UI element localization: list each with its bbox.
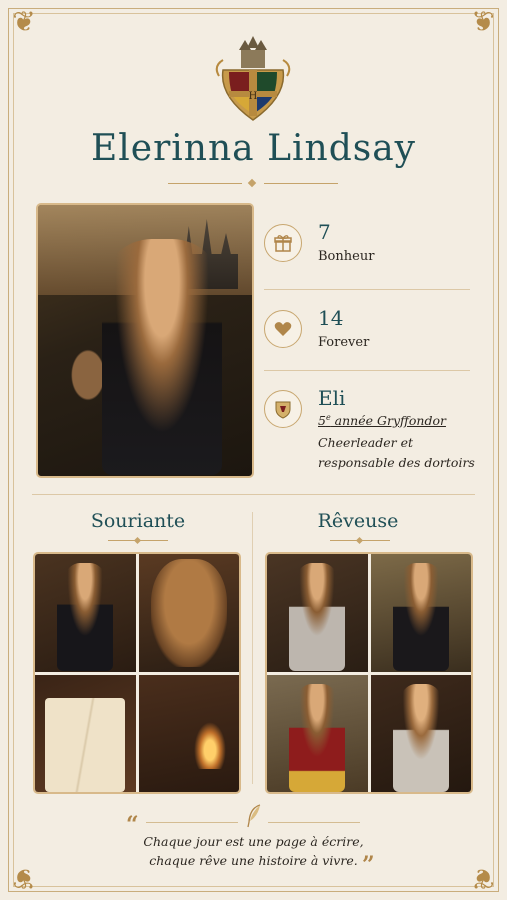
section-title-souriante: Souriante: [90, 510, 186, 532]
portrait-photo: [36, 203, 254, 478]
stat-label: Bonheur: [318, 249, 375, 264]
photo-grid-souriante: [33, 552, 241, 794]
quote-line-1: Chaque jour est une page à écrire,: [143, 834, 364, 849]
svg-text:H: H: [249, 91, 258, 102]
stat-value: 7: [318, 220, 331, 244]
quote-rule: [268, 822, 360, 823]
hogwarts-crest-icon: H: [215, 36, 291, 121]
house-crest-icon: [264, 390, 302, 428]
house-role: Cheerleader et responsable des dortoirs: [318, 435, 475, 470]
corner-ornament-icon: ❦: [12, 5, 36, 38]
photo-thumbnail[interactable]: [370, 674, 471, 792]
photo-grid-reveuse: [265, 552, 473, 794]
heart-icon: [264, 310, 302, 348]
feather-quill-icon: [246, 804, 262, 828]
column-divider: [252, 512, 253, 784]
quote-line-2: chaque rêve une histoire à vivre.: [149, 853, 358, 868]
stat-label: Forever: [318, 335, 370, 350]
portrait-figure: [102, 239, 222, 475]
section-ornament: [330, 536, 390, 545]
quote: Chaque jour est une page à écrire, chaqu…: [0, 832, 507, 870]
photo-thumbnail[interactable]: [138, 554, 239, 672]
photo-thumbnail[interactable]: [138, 674, 239, 792]
photo-thumbnail[interactable]: [267, 554, 368, 672]
section-title-reveuse: Rêveuse: [317, 510, 399, 532]
gift-icon: [264, 224, 302, 262]
photo-thumbnail[interactable]: [370, 554, 471, 672]
stat-value: 14: [318, 306, 344, 330]
photo-thumbnail[interactable]: [35, 554, 136, 672]
stat-value: Eli: [318, 386, 346, 410]
photo-thumbnail[interactable]: [267, 674, 368, 792]
section-ornament: [108, 536, 168, 545]
corner-ornament-icon: ❦: [471, 5, 495, 38]
photo-thumbnail[interactable]: [35, 674, 136, 792]
section-divider: [32, 494, 475, 495]
house-year: 5e année Gryffondor: [318, 413, 446, 429]
profile-name: Elerinna Lindsay: [90, 128, 417, 169]
quote-rule: [146, 822, 238, 823]
title-divider: [168, 178, 338, 188]
